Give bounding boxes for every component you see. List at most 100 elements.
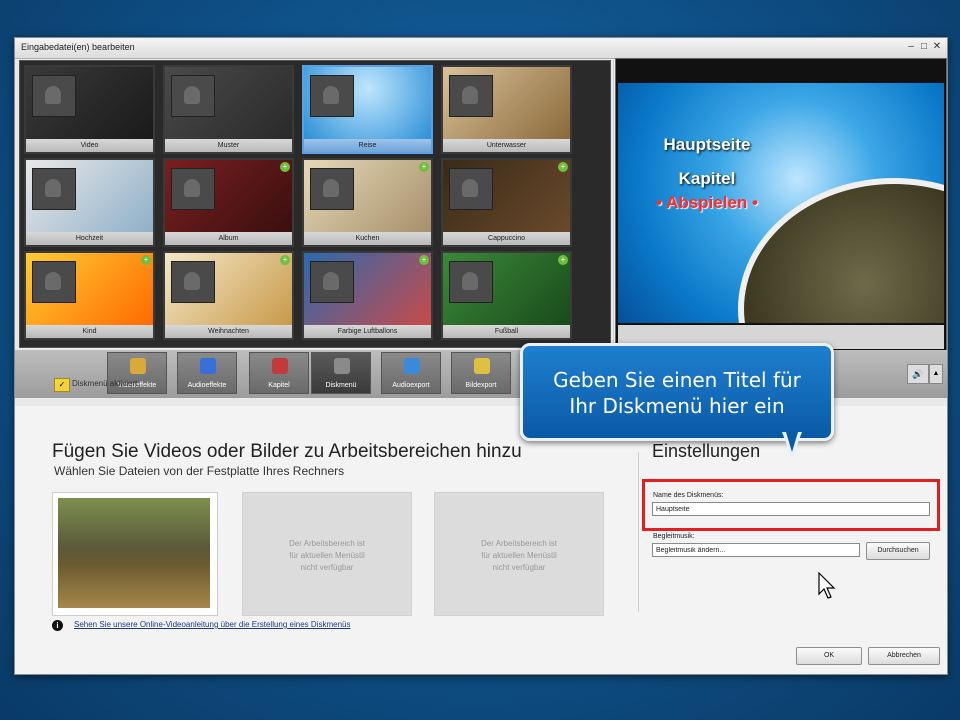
template-tile[interactable]: Hochzeit: [24, 158, 155, 247]
template-thumbnail: [165, 253, 292, 325]
workspace-slot-2: Der Arbeitsbereich ist für aktuellen Men…: [242, 492, 412, 616]
toolbar-icon: [130, 358, 146, 374]
template-label: Kind: [26, 325, 153, 338]
preview-play: • Abspielen •: [656, 193, 758, 212]
toolbar-button-diskmenü[interactable]: Diskmenü: [311, 352, 371, 394]
person-icon: [323, 179, 339, 197]
template-thumbnail: [165, 160, 292, 232]
plus-badge-icon: +: [280, 162, 290, 172]
info-icon: i: [52, 620, 63, 631]
person-icon: [184, 179, 200, 197]
slot-text: für aktuellen Menüstil: [481, 551, 557, 560]
toolbar-label: Diskmenü: [325, 382, 357, 389]
placeholder-frame: [32, 261, 76, 303]
placeholder-frame: [449, 261, 493, 303]
disk-menu-enabled-checkbox[interactable]: ✓: [54, 378, 70, 392]
slot-text: Der Arbeitsbereich ist: [288, 539, 366, 548]
workspace-subheading: Wählen Sie Dateien von der Festplatte Ih…: [54, 464, 345, 478]
placeholder-frame: [171, 75, 215, 117]
volume-icon[interactable]: 🔊: [907, 364, 929, 384]
person-icon: [184, 86, 200, 104]
template-tile[interactable]: + Kind: [24, 251, 155, 340]
template-tile[interactable]: + Kuchen: [302, 158, 433, 247]
callout-tail-inner: [786, 432, 798, 452]
cancel-button[interactable]: Abbrechen: [868, 647, 940, 665]
menu-name-input[interactable]: [652, 502, 930, 516]
toolbar-label: Bildexport: [465, 382, 497, 389]
settings-heading: Einstellungen: [652, 441, 761, 461]
template-tile[interactable]: + Farbige Luftballons: [302, 251, 433, 340]
person-icon: [45, 86, 61, 104]
maximize-icon[interactable]: □: [918, 40, 930, 54]
disk-menu-enabled-label: Diskmenü aktiviert: [72, 379, 138, 388]
toolbar-button-audioeffekte[interactable]: Audioeffekte: [177, 352, 237, 394]
person-icon: [462, 86, 478, 104]
browse-button[interactable]: Durchsuchen: [866, 542, 930, 560]
person-icon: [45, 179, 61, 197]
toolbar-icon: [334, 358, 350, 374]
placeholder-frame: [32, 168, 76, 210]
forest-thumbnail: [58, 498, 210, 608]
template-label: Muster: [165, 139, 292, 152]
template-label: Fußball: [443, 325, 570, 338]
slot-text: nicht verfügbar: [300, 563, 354, 572]
template-tile[interactable]: + Fußball: [441, 251, 572, 340]
person-icon: [45, 272, 61, 290]
template-thumbnail: [443, 253, 570, 325]
video-tutorial-link[interactable]: Sehen Sie unsere Online-Videoanleitung ü…: [74, 620, 350, 629]
menu-template-gallery: Video Muster Reise Unterwasser Hochzeit + Albu…: [19, 60, 611, 348]
placeholder-frame: [171, 168, 215, 210]
close-icon[interactable]: ✕: [931, 40, 943, 54]
person-icon: [184, 272, 200, 290]
toolbar-label: Kapitel: [268, 382, 290, 389]
tutorial-callout: Geben Sie einen Titel für Ihr Diskmenü h…: [520, 343, 834, 441]
template-thumbnail: [443, 160, 570, 232]
template-tile[interactable]: Unterwasser: [441, 65, 572, 154]
plus-badge-icon: +: [419, 255, 429, 265]
template-tile[interactable]: + Cappuccino: [441, 158, 572, 247]
workspace-slot-1[interactable]: [52, 492, 218, 616]
template-label: Farbige Luftballons: [304, 325, 431, 338]
template-label: Weihnachten: [165, 325, 292, 338]
toolbar-button-bildexport[interactable]: Bildexport: [451, 352, 511, 394]
toolbar-label: Audioexport: [392, 382, 430, 389]
callout-line-2: Ihr Diskmenü hier ein: [569, 394, 785, 418]
panel-divider: [638, 452, 639, 612]
ok-button[interactable]: OK: [796, 647, 862, 665]
preview-screen: Hauptseite Kapitel • Abspielen •: [618, 83, 944, 323]
template-tile[interactable]: + Album: [163, 158, 294, 247]
template-tile[interactable]: Reise: [302, 65, 433, 154]
template-tile[interactable]: + Weihnachten: [163, 251, 294, 340]
template-thumbnail: [304, 160, 431, 232]
minimize-icon[interactable]: –: [905, 40, 917, 54]
template-label: Unterwasser: [443, 139, 570, 152]
template-thumbnail: [443, 67, 570, 139]
volume-dropdown-icon[interactable]: ▲: [929, 364, 943, 384]
menu-preview: Hauptseite Kapitel • Abspielen •: [615, 58, 947, 352]
placeholder-frame: [449, 75, 493, 117]
window-title: Eingabedatei(en) bearbeiten: [21, 42, 135, 52]
toolbar-button-audioexport[interactable]: Audioexport: [381, 352, 441, 394]
template-label: Cappuccino: [443, 232, 570, 245]
template-thumbnail: [26, 67, 153, 139]
template-label: Kuchen: [304, 232, 431, 245]
title-bar: Eingabedatei(en) bearbeiten – □ ✕: [15, 38, 947, 59]
toolbar-button-kapitel[interactable]: Kapitel: [249, 352, 309, 394]
template-label: Hochzeit: [26, 232, 153, 245]
template-thumbnail: [304, 253, 431, 325]
template-tile[interactable]: Muster: [163, 65, 294, 154]
music-input[interactable]: [652, 543, 860, 557]
placeholder-frame: [310, 261, 354, 303]
person-icon: [462, 272, 478, 290]
slot-text: Der Arbeitsbereich ist: [480, 539, 558, 548]
plus-badge-icon: +: [419, 162, 429, 172]
person-icon: [323, 272, 339, 290]
plus-badge-icon: +: [558, 162, 568, 172]
toolbar-icon: [200, 358, 216, 374]
mouse-cursor-icon: [818, 572, 836, 599]
placeholder-frame: [171, 261, 215, 303]
template-label: Reise: [304, 139, 431, 152]
preview-title: Hauptseite: [663, 135, 751, 154]
template-tile[interactable]: Video: [24, 65, 155, 154]
plus-badge-icon: +: [280, 255, 290, 265]
